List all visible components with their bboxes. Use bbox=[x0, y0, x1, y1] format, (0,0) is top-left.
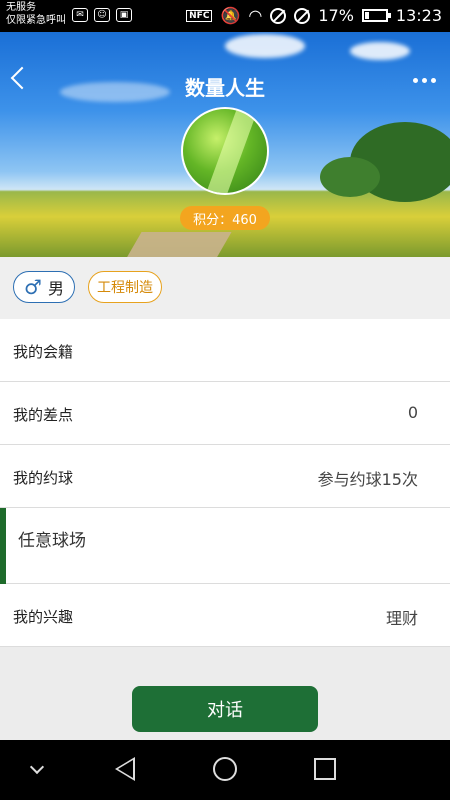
tree bbox=[320, 157, 380, 197]
row-value: 理财 bbox=[385, 609, 418, 628]
mute-icon: 🔕 bbox=[220, 6, 241, 25]
list-item-matches[interactable]: 我的约球 参与约球15次 bbox=[0, 445, 450, 508]
accent-bar bbox=[0, 508, 6, 584]
tags-row: ♂ 男 工程制造 bbox=[0, 257, 450, 319]
nav-home-icon[interactable] bbox=[213, 757, 237, 781]
male-icon: ♂ bbox=[24, 275, 42, 299]
row-label: 我的兴趣 bbox=[13, 608, 74, 626]
wifi-icon: ◠ bbox=[248, 6, 263, 25]
status-right: NFC 🔕 ◠ 17% 13:23 bbox=[186, 6, 442, 25]
carrier-text: 无服务 仅限紧急呼叫 bbox=[6, 1, 66, 27]
image-icon: ▣ bbox=[116, 8, 132, 22]
gender-label: 男 bbox=[47, 279, 64, 298]
profile-banner: 数量人生 积分：460 bbox=[0, 32, 450, 257]
row-value: 参与约球15次 bbox=[317, 470, 418, 489]
nav-back-icon[interactable] bbox=[115, 757, 135, 781]
field-path bbox=[118, 232, 232, 257]
status-bar: 无服务 仅限紧急呼叫 ✉ ☺ ▣ NFC 🔕 ◠ 17% 13:23 bbox=[0, 0, 450, 32]
app-notification-icon: ☺ bbox=[94, 8, 110, 22]
industry-tag: 工程制造 bbox=[88, 271, 162, 303]
system-nav-bar bbox=[0, 740, 450, 800]
avatar[interactable] bbox=[181, 107, 269, 195]
gender-tag: ♂ 男 bbox=[13, 271, 75, 303]
chat-button[interactable]: 对话 bbox=[132, 686, 318, 732]
list-item-interest[interactable]: 我的兴趣 理财 bbox=[0, 584, 450, 647]
row-label: 任意球场 bbox=[18, 531, 86, 551]
carrier-line1: 无服务 bbox=[6, 2, 36, 13]
wechat-icon: ✉ bbox=[72, 8, 88, 22]
nfc-icon: NFC bbox=[186, 9, 213, 22]
clock: 13:23 bbox=[395, 6, 442, 25]
cloud bbox=[350, 42, 410, 60]
row-label: 我的差点 bbox=[13, 406, 74, 424]
more-button[interactable] bbox=[413, 78, 436, 83]
chevron-down-icon[interactable] bbox=[29, 759, 45, 775]
row-label: 我的会籍 bbox=[13, 343, 74, 361]
battery-percent: 17% bbox=[318, 6, 354, 25]
no-sim-icon bbox=[270, 7, 287, 24]
nav-recents-icon[interactable] bbox=[314, 758, 336, 780]
no-signal-icon bbox=[294, 7, 311, 24]
list-item-course[interactable]: 任意球场 bbox=[0, 508, 450, 584]
carrier-line2: 仅限紧急呼叫 bbox=[6, 15, 66, 26]
notification-icons: ✉ ☺ ▣ bbox=[72, 8, 132, 22]
row-label: 我的约球 bbox=[13, 469, 74, 487]
points-badge: 积分：460 bbox=[180, 206, 270, 230]
list-item-handicap[interactable]: 我的差点 0 bbox=[0, 382, 450, 445]
page-title: 数量人生 bbox=[185, 76, 265, 100]
battery-icon bbox=[361, 9, 391, 22]
row-value: 0 bbox=[407, 403, 418, 422]
list-item-membership[interactable]: 我的会籍 bbox=[0, 319, 450, 382]
more-dots-icon bbox=[413, 78, 418, 83]
cloud bbox=[225, 34, 305, 58]
